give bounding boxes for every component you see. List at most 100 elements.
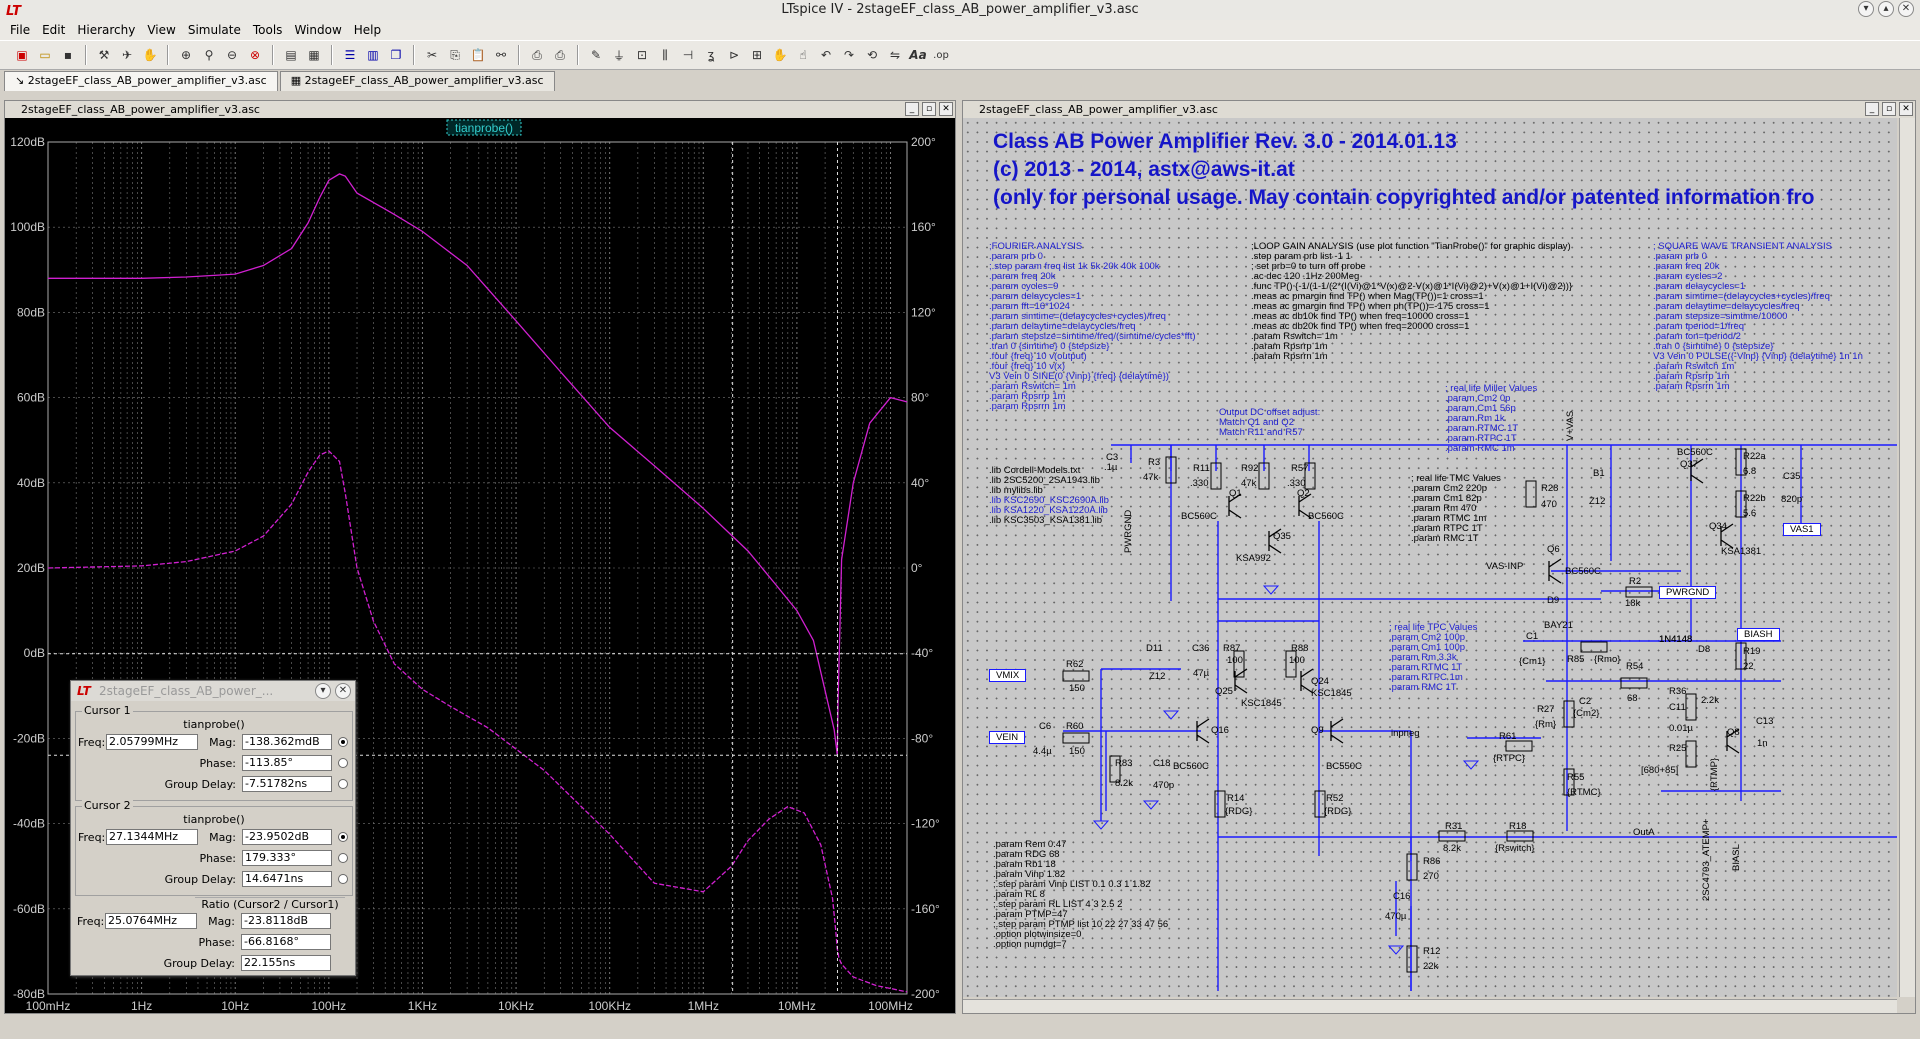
text-icon[interactable]: Aa [908, 45, 928, 65]
component-label[interactable]: R85 [1567, 654, 1584, 665]
component-label[interactable]: BC560C [1565, 566, 1601, 577]
component-label[interactable]: inpneg [1391, 728, 1420, 739]
component-label[interactable]: 8.2k [1443, 843, 1461, 854]
schematic-close-button[interactable]: ✕ [1899, 102, 1913, 116]
component-label[interactable]: {RTMC} [1567, 787, 1601, 798]
resistor-symbol[interactable] [1685, 693, 1697, 721]
undo-icon[interactable]: ↶ [816, 45, 836, 65]
component-label[interactable]: R25 [1669, 743, 1686, 754]
ratio-freq-field[interactable]: 25.0764MHz [105, 913, 197, 929]
schematic-vscrollbar[interactable] [1899, 118, 1915, 997]
maximize-button[interactable]: ▴ [1878, 1, 1894, 17]
component-label[interactable]: 1N4148 [1659, 634, 1692, 645]
component-label[interactable]: R19 [1743, 646, 1760, 657]
autorange-icon[interactable]: ▤ [281, 45, 301, 65]
print-setup-icon[interactable]: ⎙ [527, 45, 547, 65]
print-icon[interactable]: ⎙ [550, 45, 570, 65]
component-label[interactable]: 470µ [1385, 911, 1406, 922]
lib-directives-blue[interactable]: .lib KSC2690_KSC2690A.lib .lib KSA1220_K… [989, 496, 1109, 516]
component-label[interactable]: BC560C [1173, 761, 1209, 772]
menu-simulate[interactable]: Simulate [182, 23, 247, 37]
cursor2-gd-field[interactable]: 14.6471ns [242, 871, 332, 887]
schematic-maximize-button[interactable]: ▫ [1882, 102, 1896, 116]
resistor-symbol[interactable] [1580, 641, 1608, 653]
component-label[interactable]: R57 [1291, 463, 1308, 474]
cursor2-phase-field[interactable]: 179.333° [242, 850, 332, 866]
capacitor-icon[interactable]: ⊣ [678, 45, 698, 65]
cursor2-gd-radio[interactable] [338, 874, 348, 884]
run-icon[interactable]: ✈ [117, 45, 137, 65]
pan-icon[interactable]: ⚲ [199, 45, 219, 65]
component-label[interactable]: {Cm1} [1519, 656, 1545, 667]
resistor-symbol[interactable] [1506, 830, 1534, 842]
resistor-symbol[interactable] [1685, 740, 1697, 768]
new-schematic-icon[interactable]: ▣ [12, 45, 32, 65]
component-label[interactable]: 47k [1143, 472, 1158, 483]
pane-maximize-button[interactable]: ▫ [922, 102, 936, 116]
resistor-symbol[interactable] [1062, 732, 1090, 744]
component-label[interactable]: 18k [1625, 598, 1640, 609]
component-label[interactable]: C11 [1669, 702, 1686, 713]
schematic-hscrollbar[interactable] [963, 999, 1897, 1013]
component-label[interactable]: 68 [1627, 693, 1638, 704]
tab-schematic[interactable]: ▦ 2stageEF_class_AB_power_amplifier_v3.a… [279, 71, 555, 91]
component-label[interactable]: BC560C [1308, 511, 1344, 522]
resistor-symbol[interactable] [1438, 830, 1466, 842]
halt-icon[interactable]: ✋ [140, 45, 160, 65]
component-label[interactable]: R28 [1541, 483, 1558, 494]
component-label[interactable]: Q2 [1297, 488, 1310, 499]
tmc-params[interactable]: ; real life TMC Values .param Cm2 220p .… [1411, 474, 1501, 544]
component-label[interactable]: 22k [1423, 961, 1438, 972]
component-label[interactable]: R12 [1423, 946, 1440, 957]
tile-horizontal-icon[interactable]: ☰ [340, 45, 360, 65]
component-label[interactable]: R11 [1193, 463, 1210, 474]
component-label[interactable]: {RDG} [1225, 806, 1252, 817]
component-label[interactable]: C18 [1153, 758, 1170, 769]
component-label[interactable]: 150 [1069, 683, 1085, 694]
miller-params[interactable]: ; real life Miller Values .param Cm2 0p … [1445, 384, 1537, 454]
dialog-minimize-button[interactable]: ▾ [315, 683, 331, 699]
cut-icon[interactable]: ✂ [422, 45, 442, 65]
net-flag[interactable]: BIASH [1737, 628, 1780, 641]
component-label[interactable]: OutA [1633, 827, 1655, 838]
component-label[interactable]: {Rmo} [1594, 654, 1620, 665]
component-label[interactable]: R60 [1066, 721, 1083, 732]
menu-edit[interactable]: Edit [36, 23, 71, 37]
component-label[interactable]: 470 [1541, 499, 1557, 510]
menu-hierarchy[interactable]: Hierarchy [71, 23, 141, 37]
component-label[interactable]: D11 [1146, 643, 1163, 654]
component-label[interactable]: 1n [1757, 738, 1768, 749]
inductor-icon[interactable]: ʓ [701, 45, 721, 65]
component-label[interactable]: R31 [1445, 821, 1462, 832]
global-params[interactable]: .param Rem 0.47 .param RDG 68 .param Rb1… [993, 840, 1168, 950]
tile-vertical-icon[interactable]: ▥ [363, 45, 383, 65]
cursor1-freq-field[interactable]: 2.05799MHz [106, 734, 198, 750]
markers-icon[interactable]: ▦ [304, 45, 324, 65]
offset-comment[interactable]: Output DC offset adjust: Match Q1 and Q2… [1219, 408, 1320, 438]
net-label-vertical[interactable]: V+VAS [1565, 411, 1576, 441]
move-icon[interactable]: ✋ [770, 45, 790, 65]
copy-icon[interactable]: ⎘ [445, 45, 465, 65]
component-label[interactable]: 5.6 [1743, 508, 1756, 519]
component-label[interactable]: VAS-INP [1486, 561, 1523, 572]
component-label[interactable]: BAY21 [1544, 620, 1573, 631]
component-label[interactable]: Q25 [1215, 686, 1233, 697]
component-label[interactable]: Q35 [1273, 531, 1291, 542]
component-label[interactable]: Q24 [1311, 676, 1329, 687]
component-label[interactable]: KSA992 [1236, 553, 1271, 564]
component-label[interactable]: 820p [1781, 494, 1802, 505]
resistor-symbol[interactable] [1406, 853, 1418, 881]
component-label[interactable]: 22 [1743, 661, 1754, 672]
component-label[interactable]: R55 [1567, 772, 1584, 783]
cursor1-mag-radio[interactable] [338, 737, 348, 747]
component-label[interactable]: 4.4µ [1033, 746, 1052, 757]
component-label[interactable]: R86 [1423, 856, 1440, 867]
redo-icon[interactable]: ↷ [839, 45, 859, 65]
cursor1-phase-radio[interactable] [338, 758, 348, 768]
component-label[interactable]: R88 [1291, 643, 1308, 654]
save-icon[interactable]: ▪ [58, 45, 78, 65]
ground-icon[interactable]: ⏚ [609, 45, 629, 65]
component-label[interactable]: R14 [1227, 793, 1244, 804]
net-label-vertical[interactable]: PWRGND [1123, 510, 1134, 553]
component-label[interactable]: BC560C [1677, 447, 1713, 458]
